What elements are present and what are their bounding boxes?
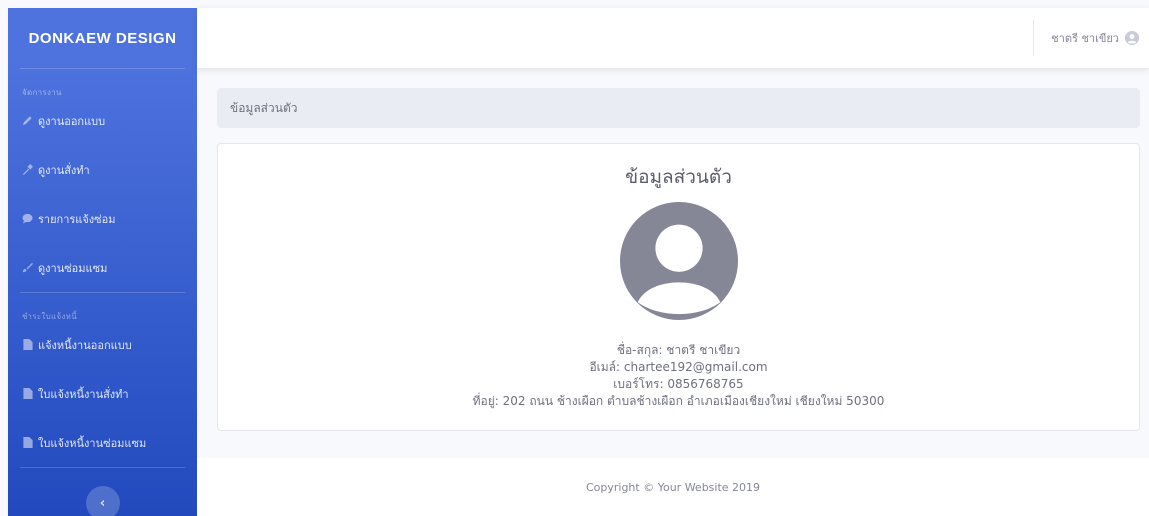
- breadcrumb: ข้อมูลส่วนตัว: [217, 88, 1140, 128]
- user-circle-icon: [1125, 31, 1139, 45]
- sidebar-item-label: แจ้งหนี้งานออกแบบ: [38, 338, 132, 352]
- user-avatar-icon: [619, 202, 738, 320]
- chevron-left-icon: ‹: [99, 495, 106, 511]
- hammer-icon: [22, 164, 33, 175]
- file-icon: [22, 339, 33, 350]
- profile-card: ข้อมูลส่วนตัว ชื่อ-สกุล: ชาตรี ชาเขียว อ…: [217, 143, 1140, 431]
- topbar: ชาตรี ชาเขียว: [197, 8, 1149, 68]
- sidebar-heading-invoices: ชำระใบแจ้งหนี้: [22, 312, 77, 321]
- sidebar-item-view-repairs[interactable]: ดูงานซ่อมแซม: [8, 243, 197, 292]
- brush-icon: [22, 262, 33, 273]
- user-dropdown[interactable]: ชาตรี ชาเขียว: [1051, 8, 1139, 68]
- sidebar-item-label: ดูงานซ่อมแซม: [38, 261, 108, 275]
- file-icon: [22, 388, 33, 399]
- sidebar-item-label: รายการแจ้งซ่อม: [38, 212, 116, 226]
- sidebar-heading-manage: จัดการงาน: [22, 88, 62, 97]
- sidebar-item-label: ดูงานสั่งทำ: [38, 163, 90, 177]
- topbar-divider: [1033, 20, 1034, 56]
- sidebar-item-label: ใบแจ้งหนี้งานซ่อมแซม: [38, 436, 147, 450]
- profile-email: อีเมล์: chartee192@gmail.com: [589, 360, 768, 374]
- profile-title: ข้อมูลส่วนตัว: [625, 166, 732, 188]
- footer: Copyright © Your Website 2019: [197, 458, 1149, 516]
- profile-name: ชื่อ-สกุล: ชาตรี ชาเขียว: [616, 343, 741, 357]
- sidebar-item-design-invoice[interactable]: แจ้งหนี้งานออกแบบ: [8, 320, 197, 369]
- profile-address: ที่อยู่: 202 ถนน ช้างเผือก ตำบลช้างเผือก…: [472, 394, 885, 408]
- sidebar-item-label: ดูงานออกแบบ: [38, 114, 106, 128]
- file-icon: [22, 437, 33, 448]
- sidebar-toggle-button[interactable]: ‹: [85, 486, 120, 516]
- profile-phone: เบอร์โทร: 0856768765: [613, 377, 744, 391]
- sidebar: DONKAEW DESIGN จัดการงาน ดูงานออกแบบ ดูง…: [8, 8, 197, 516]
- sidebar-item-view-orders[interactable]: ดูงานสั่งทำ: [8, 145, 197, 194]
- sidebar-item-label: ใบแจ้งหนี้งานสั่งทำ: [38, 387, 129, 401]
- sidebar-item-view-design[interactable]: ดูงานออกแบบ: [8, 96, 197, 145]
- user-name: ชาตรี ชาเขียว: [1051, 32, 1119, 45]
- sidebar-item-order-invoice[interactable]: ใบแจ้งหนี้งานสั่งทำ: [8, 369, 197, 418]
- comment-icon: [22, 213, 33, 224]
- copyright-text: Copyright © Your Website 2019: [585, 480, 761, 494]
- sidebar-item-repair-requests[interactable]: รายการแจ้งซ่อม: [8, 194, 197, 243]
- profile-info: ชื่อ-สกุล: ชาตรี ชาเขียว อีเมล์: chartee…: [218, 342, 1139, 410]
- sidebar-item-repair-invoice[interactable]: ใบแจ้งหนี้งานซ่อมแซม: [8, 418, 197, 467]
- pencil-icon: [22, 115, 33, 126]
- brand-logo-text[interactable]: DONKAEW DESIGN: [8, 8, 197, 68]
